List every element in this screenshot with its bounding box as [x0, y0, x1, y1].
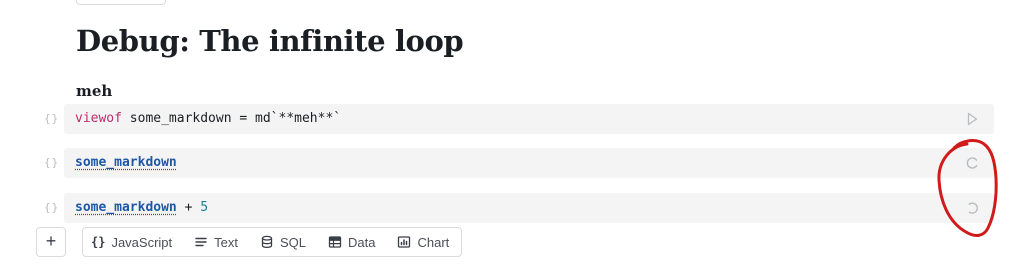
cell-type-label: Chart [417, 234, 450, 250]
cell-output-bold-text: meh [76, 82, 113, 100]
braces-icon: {} [91, 235, 106, 249]
cell-type-sql[interactable]: SQL [260, 235, 306, 250]
code-reference[interactable]: some_markdown [75, 155, 177, 170]
cell-type-data[interactable]: Data [328, 235, 375, 250]
cell-type-javascript[interactable]: {} JavaScript [91, 235, 172, 250]
cell-gutter-braces-icon[interactable]: {} [44, 201, 59, 214]
cell-type-text[interactable]: Text [194, 235, 238, 250]
code-operator: + [176, 200, 201, 215]
previous-cell-control [76, 0, 166, 5]
code-text: some_markdown = md`**meh**` [121, 111, 342, 126]
cell-type-label: Data [348, 234, 376, 250]
cell-type-chart[interactable]: Chart [397, 235, 449, 250]
code-reference[interactable]: some_markdown [75, 200, 177, 215]
loading-spinner-icon [964, 200, 980, 216]
cell-type-label: Text [214, 234, 238, 250]
loading-spinner-icon [964, 155, 980, 171]
code-number: 5 [200, 200, 209, 215]
cell-code[interactable]: viewof some_markdown = md`**meh**` [75, 111, 341, 126]
database-icon [260, 235, 274, 249]
cell-gutter-braces-icon[interactable]: {} [44, 112, 59, 125]
notebook-cell[interactable]: {} viewof some_markdown = md`**meh**` [0, 104, 1024, 134]
code-keyword: viewof [75, 111, 122, 126]
cell-editor[interactable]: viewof some_markdown = md`**meh**` [64, 104, 994, 134]
cell-editor[interactable]: some_markdown + 5 [64, 193, 994, 223]
page-title: Debug: The infinite loop [76, 24, 464, 58]
cell-editor[interactable]: some_markdown [64, 148, 994, 178]
cell-type-label: SQL [280, 234, 307, 250]
notebook-cell[interactable]: {} some_markdown [0, 148, 1024, 178]
cell-type-menu: {} JavaScript Text SQL Data Chart [82, 227, 463, 257]
cell-type-label: JavaScript [111, 234, 173, 250]
text-lines-icon [194, 235, 208, 249]
add-cell-button[interactable]: + [36, 227, 66, 257]
cell-code[interactable]: some_markdown + 5 [75, 200, 208, 215]
cell-gutter-braces-icon[interactable]: {} [44, 156, 59, 169]
table-icon [328, 235, 342, 249]
chart-icon [397, 235, 411, 249]
cell-code[interactable]: some_markdown [75, 155, 177, 170]
run-play-icon[interactable] [964, 111, 980, 127]
notebook-cell[interactable]: {} some_markdown + 5 [0, 193, 1024, 223]
